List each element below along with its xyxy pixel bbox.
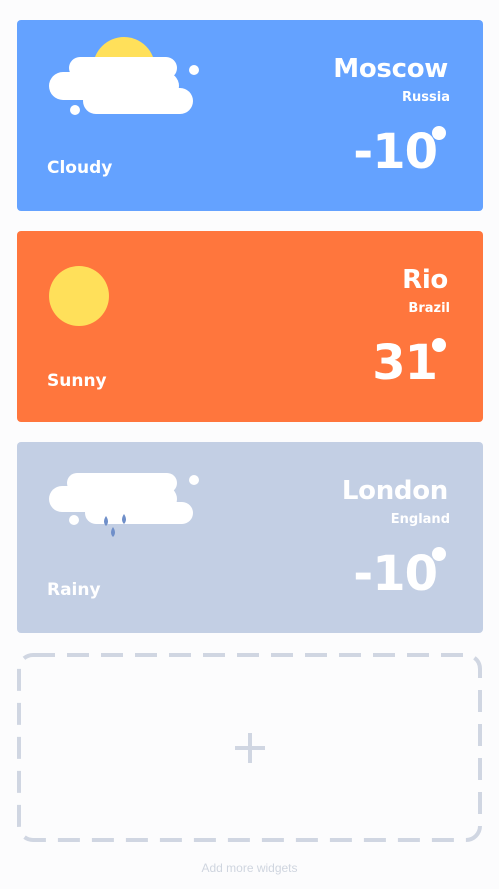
temperature-value: -10 [353,124,438,180]
country-name: Russia [402,90,450,105]
add-widget-button[interactable] [17,653,482,842]
country-name: England [390,512,450,527]
weather-condition: Cloudy [47,158,113,178]
sun-icon [47,245,207,335]
degree-icon [432,547,446,561]
degree-icon [432,126,446,140]
city-name: Rio [402,265,448,295]
country-name: Brazil [408,301,450,316]
plus-icon [235,733,265,763]
temperature-value: -10 [353,546,438,602]
weather-condition: Rainy [47,580,101,600]
rainy-icon [47,456,207,546]
weather-card-london[interactable]: Rainy London England -10 [17,442,483,633]
weather-condition: Sunny [47,371,107,391]
city-name: Moscow [333,54,448,84]
degree-icon [432,338,446,352]
cloudy-icon [47,34,207,124]
weather-card-moscow[interactable]: Cloudy Moscow Russia -10 [17,20,483,211]
weather-widgets-screen: Cloudy Moscow Russia -10 Sunny Rio Brazi… [0,0,499,889]
weather-card-rio[interactable]: Sunny Rio Brazil 31 [17,231,483,422]
add-widgets-label: Add more widgets [201,861,298,875]
city-name: London [341,476,448,506]
temperature-value: 31 [372,335,438,391]
